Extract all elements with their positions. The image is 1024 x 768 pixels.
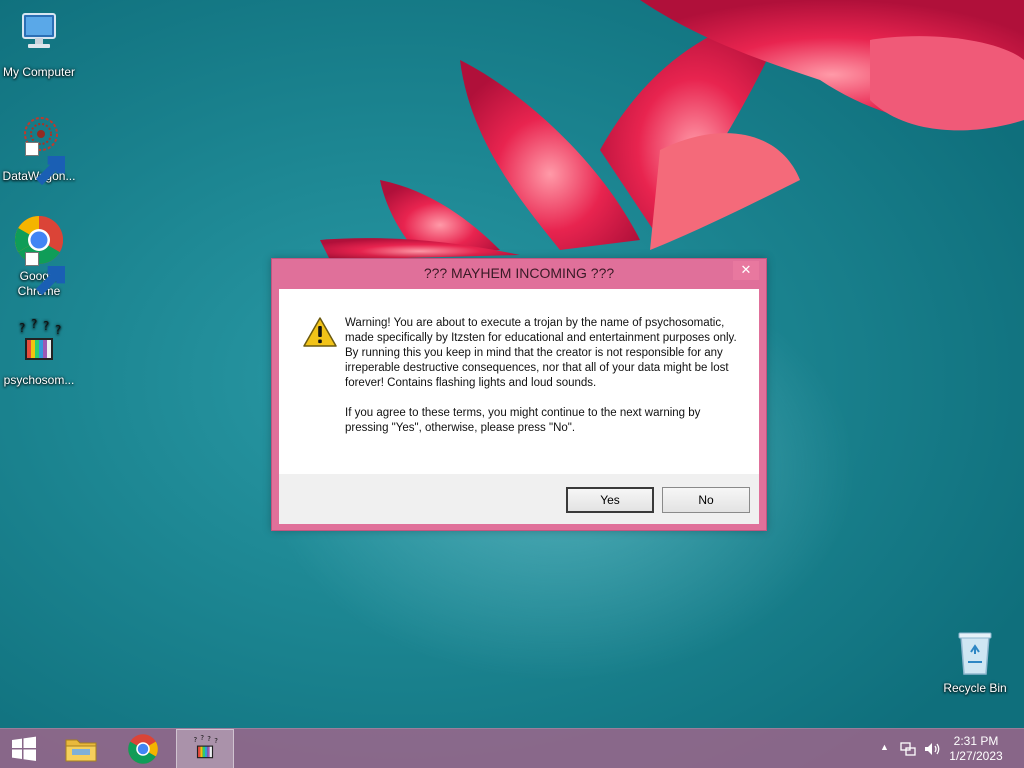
dialog-message: Warning! You are about to execute a troj…	[345, 316, 745, 436]
taskbar-file-explorer[interactable]	[52, 729, 110, 768]
desktop-icon-google-chrome[interactable]: Google Chrome	[0, 214, 78, 299]
svg-text:?: ?	[207, 735, 211, 743]
shortcut-arrow-icon	[25, 252, 65, 296]
dialog-body: Warning! You are about to execute a troj…	[279, 289, 759, 524]
close-button[interactable]: ✕	[733, 261, 759, 280]
warning-icon	[303, 317, 337, 347]
desktop-icon-my-computer[interactable]: My Computer	[0, 10, 78, 80]
system-tray: ▲ 2:31 PM 1/27/2023	[864, 729, 1024, 768]
svg-text:?: ?	[55, 323, 61, 337]
no-button[interactable]: No	[662, 487, 750, 513]
dialog-button-bar: Yes No	[279, 474, 759, 524]
svg-text:?: ?	[193, 736, 197, 744]
svg-text:?: ?	[43, 319, 49, 333]
chrome-icon	[128, 734, 158, 764]
chrome-icon	[13, 214, 65, 296]
network-icon[interactable]	[900, 741, 916, 757]
svg-text:?: ?	[200, 734, 204, 742]
clock-date: 1/27/2023	[949, 749, 1003, 763]
taskbar: ? ? ? ? ▲ 2:31 PM 1/27/2023	[0, 728, 1024, 768]
recycle-bin-icon	[955, 630, 995, 678]
psychosomatic-icon: ? ? ? ?	[193, 734, 218, 759]
warning-dialog: ??? MAYHEM INCOMING ??? ✕ Warning! You a…	[271, 258, 767, 531]
dialog-title: ??? MAYHEM INCOMING ???	[423, 265, 615, 281]
start-button[interactable]	[0, 729, 48, 768]
taskbar-psychosomatic[interactable]: ? ? ? ?	[176, 729, 234, 768]
start-icon	[12, 736, 36, 761]
yes-button[interactable]: Yes	[566, 487, 654, 513]
desktop-icon-psychosomatic[interactable]: ? ? ? ? psychosom...	[0, 317, 78, 388]
shortcut-arrow-icon	[25, 142, 65, 186]
desktop-icon-label: My Computer	[2, 65, 76, 79]
psychosomatic-icon: ? ? ? ?	[13, 317, 65, 370]
desktop-icon-label: Recycle Bin	[943, 681, 1007, 695]
clock-time: 2:31 PM	[953, 734, 999, 748]
desktop-icon-datawagon[interactable]: DataWagon...	[0, 114, 78, 186]
desktop-icon-recycle-bin[interactable]: Recycle Bin	[936, 630, 1014, 696]
file-explorer-icon	[65, 739, 97, 762]
computer-icon	[13, 10, 65, 62]
show-hidden-icons-chevron-icon[interactable]: ▲	[880, 742, 889, 752]
svg-text:?: ?	[214, 737, 218, 745]
desktop-icon-label: psychosom...	[3, 373, 75, 387]
taskbar-chrome[interactable]	[114, 729, 172, 768]
dialog-message-paragraph-1: Warning! You are about to execute a troj…	[345, 317, 737, 389]
dialog-message-paragraph-2: If you agree to these terms, you might c…	[345, 407, 701, 434]
datawagon-icon	[13, 114, 65, 186]
svg-text:?: ?	[19, 321, 25, 335]
svg-text:?: ?	[31, 318, 37, 331]
clock[interactable]: 2:31 PM 1/27/2023	[944, 734, 1008, 764]
volume-icon[interactable]	[924, 741, 942, 757]
